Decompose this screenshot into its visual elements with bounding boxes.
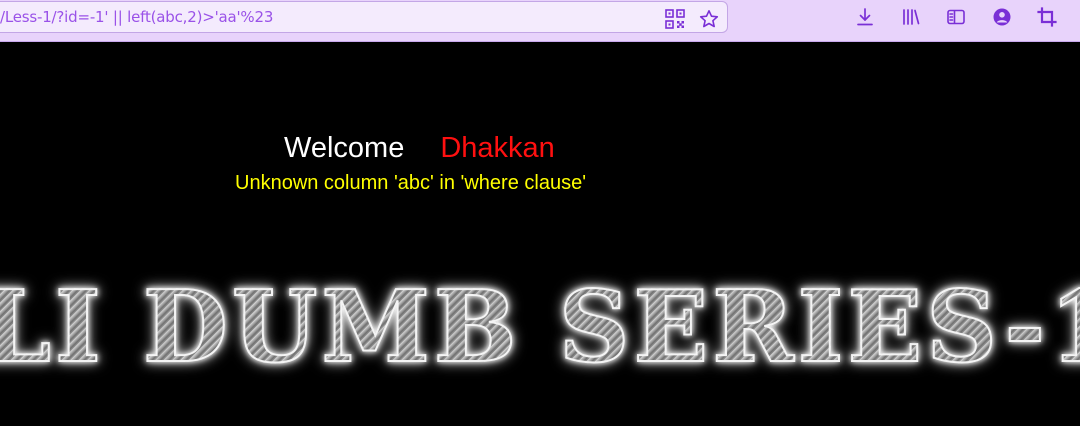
qr-code-icon[interactable]: [664, 8, 686, 30]
username-text: Dhakkan: [440, 132, 555, 164]
library-icon[interactable]: [900, 6, 922, 28]
series-banner: LI DUMB SERIES-1: [0, 269, 1080, 386]
download-icon[interactable]: [854, 6, 876, 28]
welcome-line: Welcome Dhakkan: [284, 132, 555, 165]
address-bar[interactable]: /Less-1/?id=-1' || left(abc,2)>'aa'%23: [0, 1, 728, 33]
sidebar-icon[interactable]: [945, 6, 967, 28]
url-text[interactable]: /Less-1/?id=-1' || left(abc,2)>'aa'%23: [0, 8, 273, 26]
star-icon[interactable]: [698, 8, 720, 30]
sql-error-message: Unknown column 'abc' in 'where clause': [235, 172, 587, 194]
crop-icon[interactable]: [1036, 6, 1058, 28]
welcome-text: Welcome: [284, 132, 405, 164]
browser-toolbar: /Less-1/?id=-1' || left(abc,2)>'aa'%23: [0, 0, 1080, 42]
page-content: Welcome Dhakkan Unknown column 'abc' in '…: [0, 42, 1080, 426]
account-icon[interactable]: [991, 6, 1013, 28]
